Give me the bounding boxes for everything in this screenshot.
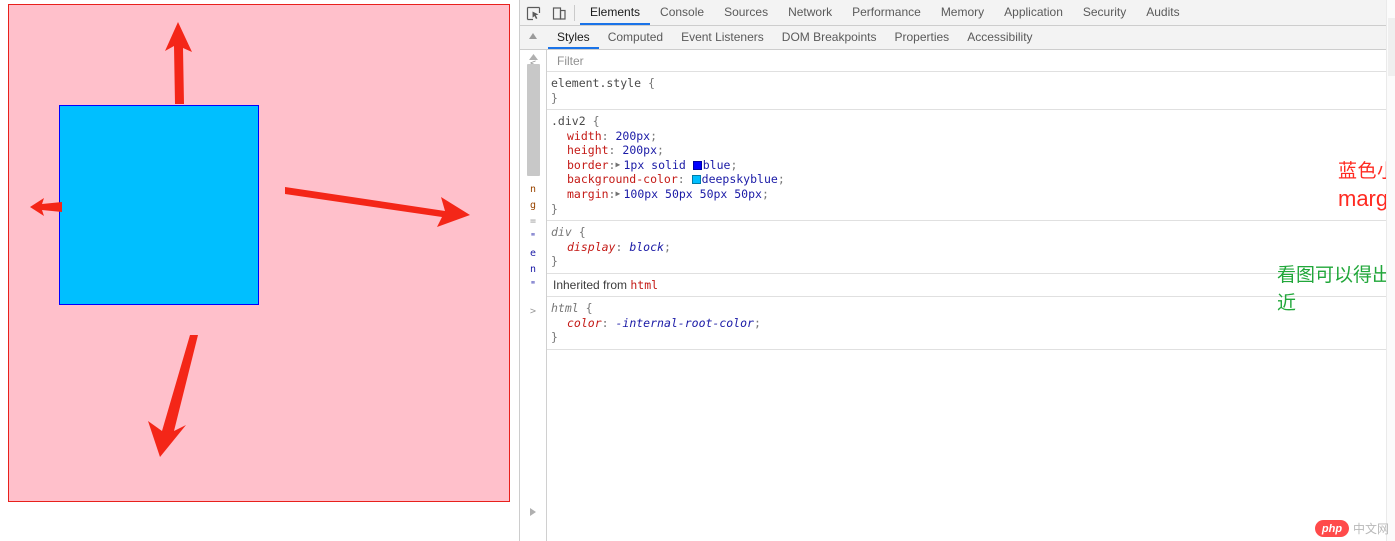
watermark: php 中文网 <box>1314 520 1389 537</box>
declaration-height[interactable]: height: 200px; <box>551 143 1395 158</box>
rule-open-brace: { <box>578 225 586 239</box>
dom-spacer <box>520 294 546 304</box>
tab-properties[interactable]: Properties <box>885 26 958 49</box>
declaration-border[interactable]: border:▶ 1px solid blue; <box>551 158 1395 173</box>
property-value[interactable]: 200px <box>622 143 657 157</box>
declaration-color[interactable]: color: -internal-root-color; <box>551 316 1395 331</box>
watermark-badge: php <box>1314 520 1349 537</box>
dom-scroll-down-icon[interactable] <box>528 507 539 517</box>
dom-char: n <box>529 264 537 275</box>
tab-event-listeners[interactable]: Event Listeners <box>672 26 773 49</box>
filter-row <box>547 50 1395 72</box>
css-rules-list[interactable]: element.style { } .div2 { width: 200px; <box>547 72 1395 541</box>
rule-open-brace: { <box>592 114 600 128</box>
dom-scroll-up-icon[interactable] <box>528 52 539 62</box>
property-name[interactable]: display <box>551 240 615 255</box>
dom-char: e <box>529 248 537 259</box>
color-swatch-blue[interactable] <box>692 160 702 170</box>
dom-tree-strip[interactable]: < h t m l l a n g = " e n " > <box>520 50 547 541</box>
rule-div[interactable]: div { display: block; } <box>547 221 1395 274</box>
filter-input[interactable] <box>555 52 1387 69</box>
property-name[interactable]: color <box>551 316 602 331</box>
tab-console[interactable]: Console <box>650 0 714 25</box>
property-value[interactable]: blue <box>703 158 731 172</box>
device-toolbar-icon[interactable] <box>546 0 572 26</box>
pink-container[interactable] <box>8 4 510 502</box>
rule-selector[interactable]: .div2 <box>551 114 586 128</box>
dom-char: > <box>529 306 537 317</box>
tab-computed[interactable]: Computed <box>599 26 672 49</box>
dom-char: = <box>529 216 537 227</box>
inherited-source[interactable]: html <box>630 278 658 292</box>
property-name[interactable]: background-color <box>551 172 678 187</box>
declaration-display[interactable]: display: block; <box>551 240 1395 255</box>
tab-sources[interactable]: Sources <box>714 0 778 25</box>
tab-memory[interactable]: Memory <box>931 0 994 25</box>
inspect-cursor-icon[interactable] <box>520 0 546 26</box>
dom-char: n <box>529 184 537 195</box>
rule-selector[interactable]: element.style <box>551 76 641 90</box>
tab-security[interactable]: Security <box>1073 0 1136 25</box>
declaration-margin[interactable]: margin:▶ 100px 50px 50px 50px; <box>551 187 1395 202</box>
page-viewport <box>0 0 519 541</box>
property-value-prefix: 1px solid <box>623 157 693 172</box>
styles-pane: element.style { } .div2 { width: 200px; <box>547 50 1395 541</box>
rule-close-brace: } <box>551 90 558 105</box>
tab-performance[interactable]: Performance <box>842 0 931 25</box>
rule-element-style[interactable]: element.style { } <box>547 72 1395 110</box>
inherited-label: Inherited from <box>553 277 631 292</box>
devtools-tabbar: Elements Console Sources Network Perform… <box>520 0 1395 26</box>
devtools-outer-scrollbar[interactable] <box>1386 0 1395 541</box>
declaration-background-color[interactable]: background-color: deepskyblue; <box>551 172 1395 187</box>
tab-accessibility[interactable]: Accessibility <box>958 26 1041 49</box>
declaration-width[interactable]: width: 200px; <box>551 129 1395 144</box>
property-value[interactable]: block <box>629 240 664 254</box>
tab-application[interactable]: Application <box>994 0 1073 25</box>
property-name[interactable]: margin <box>551 187 609 202</box>
rule-close-brace: } <box>551 254 558 268</box>
rule-selector[interactable]: html <box>551 301 579 315</box>
tab-dom-breakpoints[interactable]: DOM Breakpoints <box>773 26 886 49</box>
property-name[interactable]: width <box>551 129 602 144</box>
scrollbar-thumb[interactable] <box>1388 18 1395 76</box>
dom-char: g <box>529 200 537 211</box>
tab-network[interactable]: Network <box>778 0 842 25</box>
dom-char: " <box>529 280 537 291</box>
dom-tree-scrollbar[interactable] <box>527 64 540 176</box>
rule-open-brace: { <box>585 301 593 315</box>
rule-close-brace: } <box>551 201 558 216</box>
devtools-body: < h t m l l a n g = " e n " > <box>520 50 1395 541</box>
property-value[interactable]: -internal-root-color <box>615 316 753 330</box>
property-name[interactable]: border <box>551 158 609 173</box>
rule-selector[interactable]: div <box>551 225 572 239</box>
devtools-sidebar-tabbar: Styles Computed Event Listeners DOM Brea… <box>520 26 1395 50</box>
inherited-from-header: Inherited from html <box>547 273 1395 297</box>
rule-close-brace: } <box>551 330 558 344</box>
devtools-panel: Elements Console Sources Network Perform… <box>519 0 1395 541</box>
blue-box[interactable] <box>59 105 259 305</box>
watermark-text: 中文网 <box>1352 522 1389 536</box>
tab-audits[interactable]: Audits <box>1136 0 1189 25</box>
rule-html[interactable]: html { color: -internal-root-color; } <box>547 297 1395 350</box>
property-value[interactable]: 100px 50px 50px 50px <box>623 187 761 201</box>
rule-div2[interactable]: .div2 { width: 200px; height: 200px; bor… <box>547 110 1395 221</box>
toolbar-divider <box>574 4 575 21</box>
dom-char: " <box>529 232 537 243</box>
color-swatch-deepskyblue[interactable] <box>691 175 701 185</box>
property-value[interactable]: deepskyblue <box>702 172 778 186</box>
property-value[interactable]: 200px <box>615 129 650 143</box>
property-name[interactable]: height <box>551 143 609 158</box>
tab-elements[interactable]: Elements <box>580 0 651 25</box>
screenshot-root: Elements Console Sources Network Perform… <box>0 0 1395 541</box>
scroll-up-icon[interactable] <box>526 29 540 43</box>
rule-open-brace: { <box>647 76 655 90</box>
tab-styles[interactable]: Styles <box>548 26 599 49</box>
